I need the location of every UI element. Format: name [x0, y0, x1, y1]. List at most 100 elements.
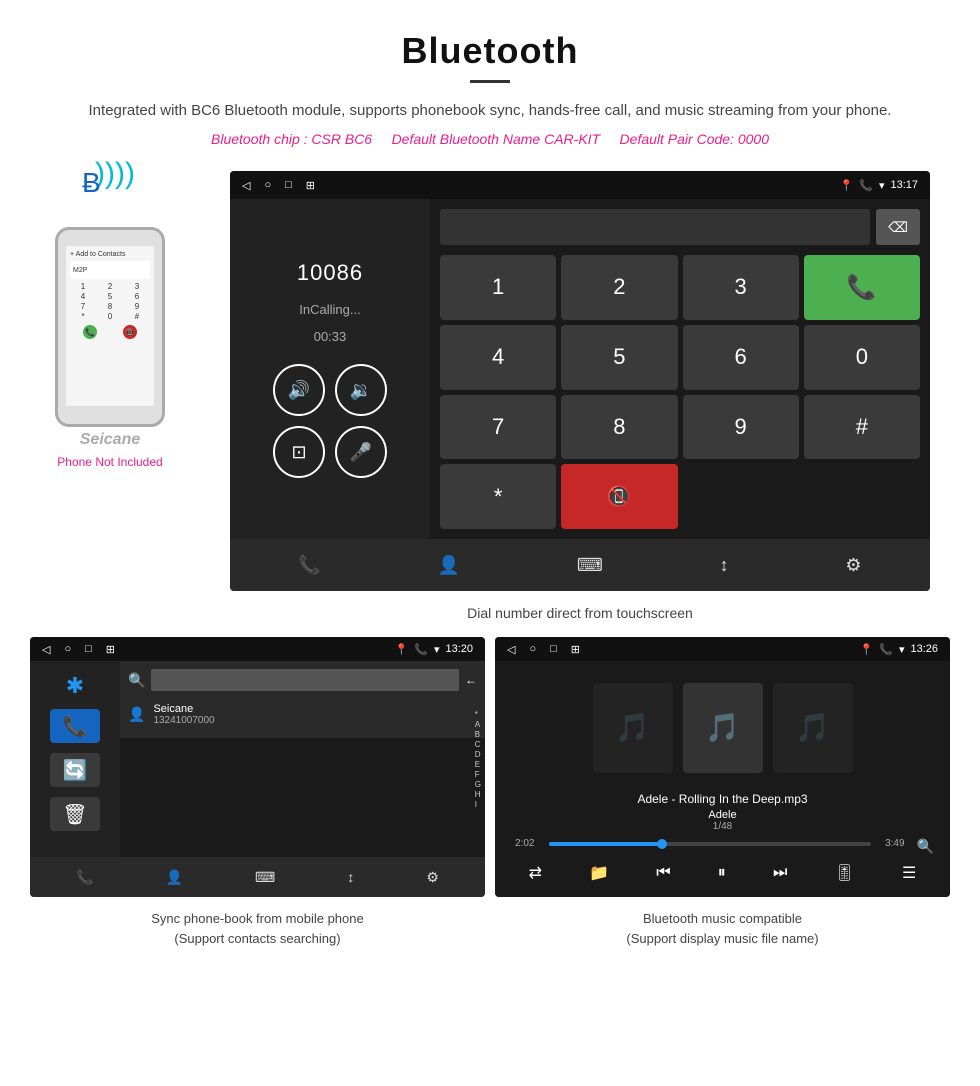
pb-status-left: ◁ ○ □ ⊞: [42, 643, 115, 656]
seek-track[interactable]: [549, 842, 871, 846]
contact-number: 13241007000: [153, 715, 214, 726]
pb-nav-contacts-icon[interactable]: 👤: [166, 869, 183, 886]
shuffle-button[interactable]: ⇄: [529, 863, 542, 883]
nav-keypad-icon[interactable]: ⌨: [577, 555, 603, 576]
key-3[interactable]: 3: [683, 255, 799, 320]
pb-home-icon: ○: [64, 643, 71, 655]
mute-button[interactable]: 🎤: [335, 426, 387, 478]
music-time: 13:26: [910, 643, 938, 655]
prev-button[interactable]: ⏮: [656, 864, 670, 882]
key-4[interactable]: 4: [440, 325, 556, 390]
key-2[interactable]: 2: [561, 255, 677, 320]
dial-right-panel: ⌫ 1 2 3 📞 4 5 6 0 7 8 9 #: [430, 199, 930, 539]
status-bar-right: 📍 📞 ▾ 13:17: [840, 179, 918, 192]
main-caption: Dial number direct from touchscreen: [210, 605, 950, 621]
main-screenshot: ◁ ○ □ ⊞ 📍 📞 ▾ 13:17 10086 InCalling...: [230, 171, 930, 591]
phonebook-caption: Sync phone-book from mobile phone(Suppor…: [30, 909, 485, 948]
sync-sidebar-button[interactable]: 🔄: [50, 753, 100, 787]
volume-down-button[interactable]: 🔉: [335, 364, 387, 416]
nav-phone-icon[interactable]: 📞: [298, 555, 320, 576]
music-home-icon: ○: [529, 643, 536, 655]
dial-left-panel: 10086 InCalling... 00:33 🔊 🔉 ⊡ 🎤: [230, 199, 430, 539]
end-call-button[interactable]: 📵: [561, 464, 677, 529]
seek-current-time: 2:02: [515, 838, 543, 849]
music-info: Adele - Rolling In the Deep.mp3 Adele 1/…: [505, 792, 940, 832]
seek-handle: [657, 839, 667, 849]
phone-not-included-label: Phone Not Included: [57, 455, 162, 469]
music-content: 🎵 🎵 🎵 Adele - Rolling In the Deep.mp3 Ad…: [495, 661, 950, 897]
album-art-main: 🎵: [683, 683, 763, 773]
music-note-icon-next: 🎵: [795, 711, 830, 744]
pb-nav-settings-icon[interactable]: ⚙: [426, 869, 439, 886]
seicane-watermark: Seicane: [80, 431, 140, 449]
pb-nav-transfer-icon[interactable]: ↕: [347, 869, 354, 885]
music-wifi-icon: ▾: [899, 643, 905, 656]
equalizer-button[interactable]: 🎚: [835, 863, 855, 883]
dial-number: 10086: [297, 260, 363, 286]
spec-chip: Bluetooth chip : CSR BC6: [211, 131, 372, 147]
dial-controls-row-2: ⊡ 🎤: [273, 426, 387, 478]
music-seek-row: 2:02 3:49 🔍: [505, 838, 940, 855]
key-0[interactable]: 0: [804, 325, 920, 390]
music-album-area: 🎵 🎵 🎵: [505, 671, 940, 784]
back-icon: ◁: [242, 179, 250, 192]
playlist-button[interactable]: ☰: [902, 863, 916, 883]
phonebook-right: 🔍 ← 👤 Seicane 13241007000: [120, 661, 485, 738]
call-icon: 📞: [859, 179, 873, 192]
album-art-next: 🎵: [773, 683, 853, 773]
key-5[interactable]: 5: [561, 325, 677, 390]
music-call-icon: 📞: [879, 643, 893, 656]
pb-nav-keypad-icon[interactable]: ⌨: [255, 869, 275, 886]
phone-screen-header: + Add to Contacts: [70, 250, 150, 259]
music-seek-bar[interactable]: 2:02 3:49: [511, 838, 909, 849]
spec-name: Default Bluetooth Name CAR-KIT: [392, 131, 601, 147]
music-status-bar: ◁ ○ □ ⊞ 📍 📞 ▾ 13:26: [495, 637, 950, 661]
key-hash[interactable]: #: [804, 395, 920, 460]
transfer-button[interactable]: ⊡: [273, 426, 325, 478]
page-title: Bluetooth: [60, 30, 920, 72]
backspace-button[interactable]: ⌫: [876, 209, 920, 245]
key-7[interactable]: 7: [440, 395, 556, 460]
play-pause-button[interactable]: ⏸: [718, 864, 726, 882]
bluetooth-icon: Ƀ: [82, 167, 101, 199]
dial-input-box: [440, 209, 870, 245]
pb-wifi-icon: ▾: [434, 643, 440, 656]
pb-contact-item[interactable]: 👤 Seicane 13241007000: [128, 699, 477, 730]
nav-transfer-icon[interactable]: ↕: [720, 555, 729, 576]
key-6[interactable]: 6: [683, 325, 799, 390]
pb-time: 13:20: [445, 643, 473, 655]
music-menu-icon: ⊞: [571, 643, 580, 656]
key-1[interactable]: 1: [440, 255, 556, 320]
spec-code: Default Pair Code: 0000: [620, 131, 769, 147]
bottom-screenshots: ◁ ○ □ ⊞ 📍 📞 ▾ 13:20 ✱ 📞 🔄 🗑: [0, 637, 980, 897]
contact-name: Seicane: [153, 703, 214, 715]
key-star[interactable]: *: [440, 464, 556, 529]
next-button[interactable]: ⏭: [773, 864, 787, 882]
phone-call-button: 📞: [83, 325, 97, 339]
pb-search-row: 🔍 ←: [128, 669, 477, 691]
music-screenshot: ◁ ○ □ ⊞ 📍 📞 ▾ 13:26 🎵 🎵: [495, 637, 950, 897]
call-sidebar-button[interactable]: 📞: [50, 709, 100, 743]
title-divider: [470, 80, 510, 83]
dial-status: InCalling...: [299, 302, 360, 317]
music-recents-icon: □: [550, 643, 557, 655]
music-search-icon[interactable]: 🔍: [917, 838, 934, 855]
nav-settings-icon[interactable]: ⚙: [845, 555, 861, 576]
delete-sidebar-button[interactable]: 🗑: [50, 797, 100, 831]
key-9[interactable]: 9: [683, 395, 799, 460]
dial-controls: 🔊 🔉 ⊡ 🎤: [273, 364, 387, 478]
key-8[interactable]: 8: [561, 395, 677, 460]
pb-letter-index: * A B C D E F G H I: [475, 661, 481, 857]
pb-status-bar: ◁ ○ □ ⊞ 📍 📞 ▾ 13:20: [30, 637, 485, 661]
folder-button[interactable]: 📁: [589, 863, 609, 883]
header-specs: Bluetooth chip : CSR BC6 Default Bluetoo…: [60, 131, 920, 147]
pb-nav-phone-icon[interactable]: 📞: [76, 869, 93, 886]
volume-up-button[interactable]: 🔊: [273, 364, 325, 416]
pb-nav-bar: 📞 👤 ⌨ ↕ ⚙: [30, 857, 485, 897]
seek-fill: [549, 842, 662, 846]
music-controls: ⇄ 📁 ⏮ ⏸ ⏭ 🎚 ☰: [505, 859, 940, 887]
pb-search-input[interactable]: [151, 669, 459, 691]
call-button[interactable]: 📞: [804, 255, 920, 320]
nav-contacts-icon[interactable]: 👤: [438, 555, 460, 576]
status-time: 13:17: [890, 179, 918, 191]
